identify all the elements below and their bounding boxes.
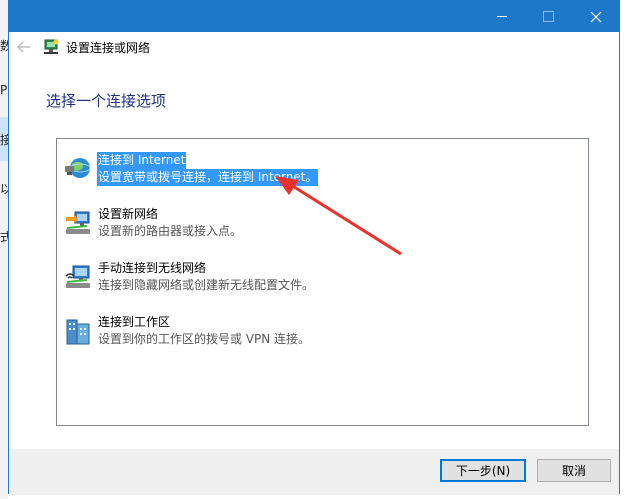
background-window-edge: 数 P 接 以 式 xyxy=(0,0,12,499)
option-manual-wireless[interactable]: 手动连接到无线网络 连接到隐藏网络或创建新无线配置文件。 xyxy=(57,258,588,298)
maximize-icon xyxy=(542,11,554,22)
minimize-button[interactable] xyxy=(479,1,525,32)
cancel-button[interactable]: 取消 xyxy=(537,459,611,482)
close-button[interactable] xyxy=(573,1,619,32)
new-network-icon xyxy=(66,211,90,234)
option-connect-workplace[interactable]: 连接到工作区 设置到你的工作区的拨号或 VPN 连接。 xyxy=(57,312,588,352)
wireless-network-icon xyxy=(65,265,90,288)
annotation-arrow-icon xyxy=(275,176,402,256)
setup-connection-dialog: 设置连接或网络 选择一个连接选项 连接到 Internet 设置宽带或拨号连接，… xyxy=(8,0,620,495)
option-title: 设置新网络 xyxy=(98,207,159,221)
minimize-icon xyxy=(497,16,507,17)
option-description: 设置新的路由器或接入点。 xyxy=(98,224,243,238)
navigation-bar: 设置连接或网络 xyxy=(9,32,619,62)
option-title: 手动连接到无线网络 xyxy=(98,261,207,275)
maximize-button[interactable] xyxy=(525,1,571,32)
dialog-footer: 下一步(N) 取消 xyxy=(9,449,619,495)
title-bar xyxy=(9,1,619,32)
back-arrow-icon[interactable] xyxy=(15,38,33,56)
globe-network-icon xyxy=(65,158,91,178)
option-description: 连接到隐藏网络或创建新无线配置文件。 xyxy=(98,278,315,292)
next-button[interactable]: 下一步(N) xyxy=(440,459,526,482)
instruction-heading: 选择一个连接选项 xyxy=(46,92,167,110)
option-description: 设置到你的工作区的拨号或 VPN 连接。 xyxy=(98,332,311,346)
workplace-icon xyxy=(66,319,90,345)
option-title: 连接到工作区 xyxy=(98,315,171,329)
close-icon xyxy=(590,11,602,22)
dialog-title: 设置连接或网络 xyxy=(66,41,151,55)
option-title: 连接到 Internet xyxy=(97,152,187,169)
network-setup-icon xyxy=(44,39,59,54)
background-text: P xyxy=(0,83,8,97)
